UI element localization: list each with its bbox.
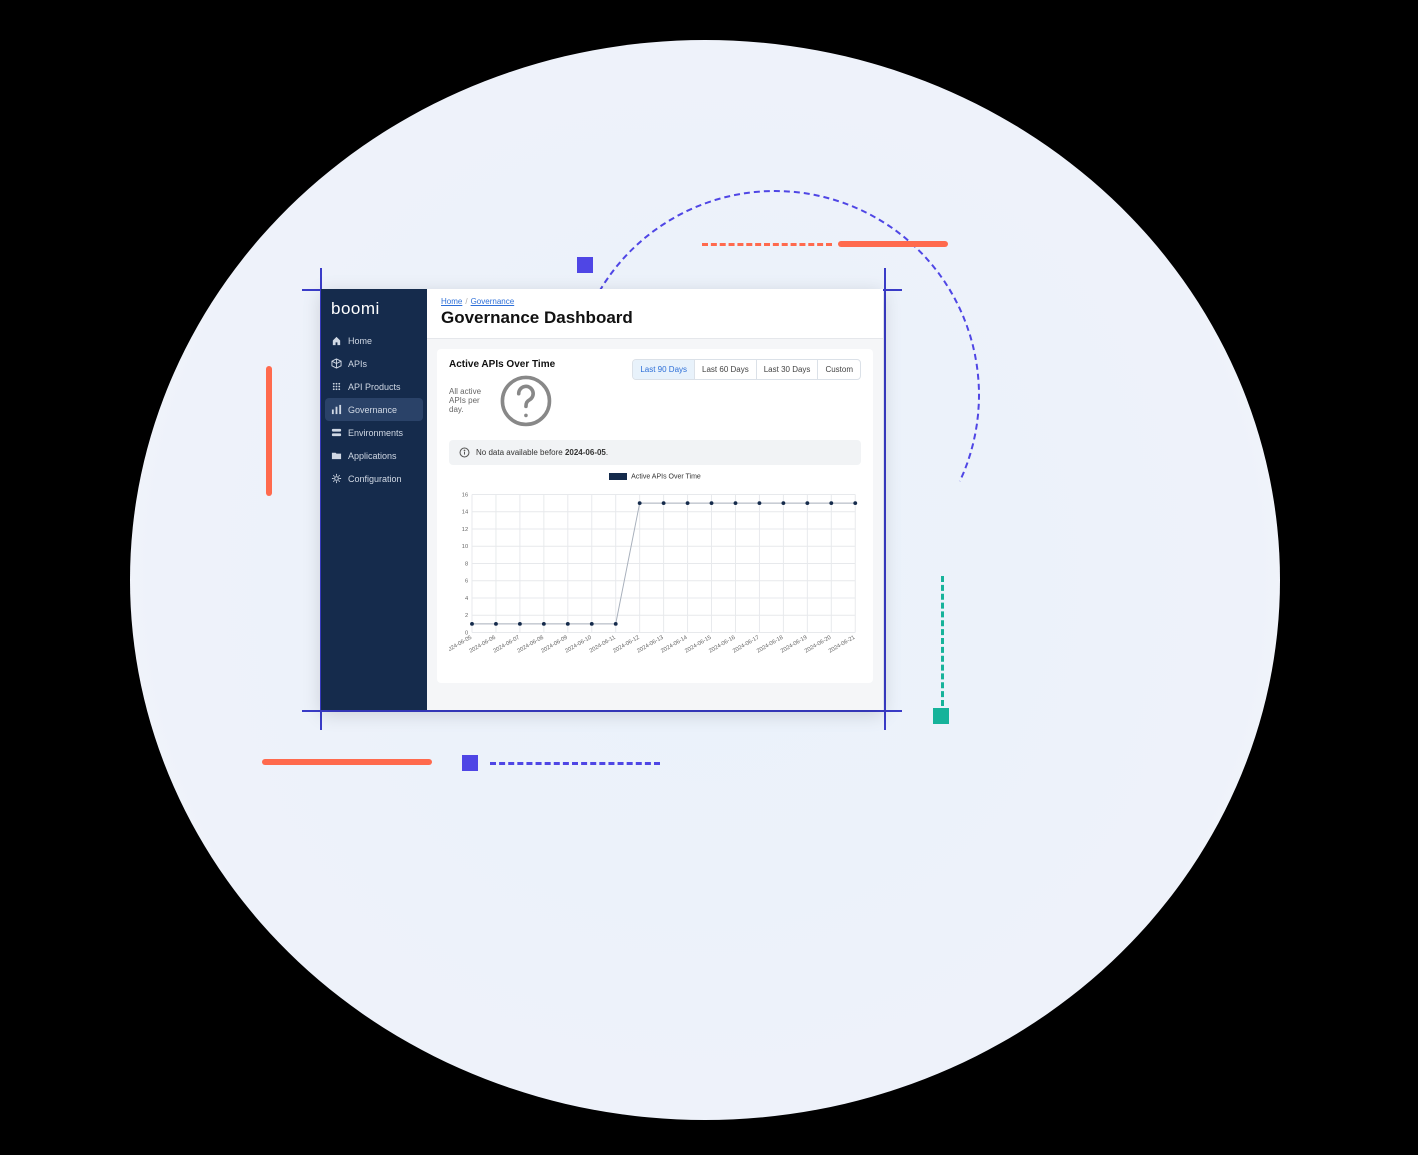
sidebar-item-label: Governance (348, 405, 397, 415)
svg-text:2: 2 (465, 613, 468, 619)
svg-text:8: 8 (465, 562, 468, 568)
sidebar-item-applications[interactable]: Applications (321, 444, 427, 467)
frame-line (302, 710, 902, 712)
sidebar-item-label: API Products (348, 382, 401, 392)
dots-icon (331, 381, 342, 392)
info-icon (459, 447, 470, 458)
card-subtitle: All active APIs per day. (449, 372, 555, 430)
gear-icon (331, 473, 342, 484)
decorative-bar (262, 759, 432, 765)
svg-text:2024-06-21: 2024-06-21 (828, 635, 856, 655)
sidebar: boomi Home APIs API Products Governance Envi… (321, 289, 427, 710)
breadcrumb: Home/ Governance (441, 297, 869, 306)
chart: 02468101214162024-06-052024-06-062024-06… (449, 480, 861, 670)
svg-text:2024-06-10: 2024-06-10 (564, 635, 592, 655)
svg-text:10: 10 (462, 544, 468, 550)
brand-logo: boomi (321, 299, 427, 329)
sidebar-item-apis[interactable]: APIs (321, 352, 427, 375)
folder-icon (331, 450, 342, 461)
svg-text:12: 12 (462, 527, 468, 533)
card-header: Active APIs Over Time All active APIs pe… (449, 359, 861, 430)
page-title: Governance Dashboard (441, 308, 869, 328)
sidebar-item-label: APIs (348, 359, 367, 369)
range-tabs: Last 90 DaysLast 60 DaysLast 30 DaysCust… (632, 359, 861, 380)
decorative-bar-vertical (266, 366, 272, 496)
info-notice: No data available before 2024-06-05. (449, 440, 861, 465)
sidebar-item-label: Environments (348, 428, 403, 438)
sidebar-item-label: Home (348, 336, 372, 346)
decorative-square (577, 257, 593, 273)
range-tab-last-90-days[interactable]: Last 90 Days (633, 360, 695, 379)
bars-icon (331, 404, 342, 415)
svg-text:14: 14 (462, 510, 469, 516)
sidebar-item-home[interactable]: Home (321, 329, 427, 352)
decorative-dashes (490, 762, 660, 765)
sidebar-item-environments[interactable]: Environments (321, 421, 427, 444)
cube-icon (331, 358, 342, 369)
chart-card: Active APIs Over Time All active APIs pe… (437, 349, 873, 683)
chart-container: Active APIs Over Time 02468101214162024-… (449, 473, 861, 673)
sidebar-item-api-products[interactable]: API Products (321, 375, 427, 398)
decorative-dashes (702, 243, 832, 246)
sidebar-item-governance[interactable]: Governance (325, 398, 423, 421)
help-icon[interactable] (497, 372, 555, 430)
decorative-dashes-vertical (941, 576, 944, 706)
decorative-bar (838, 241, 948, 247)
notice-text: No data available before 2024-06-05. (476, 448, 608, 457)
range-tab-custom[interactable]: Custom (818, 360, 860, 379)
sidebar-item-label: Configuration (348, 474, 402, 484)
sidebar-item-configuration[interactable]: Configuration (321, 467, 427, 490)
sidebar-nav: Home APIs API Products Governance Environmen… (321, 329, 427, 490)
legend-label: Active APIs Over Time (631, 473, 701, 480)
sidebar-item-label: Applications (348, 451, 397, 461)
range-tab-last-30-days[interactable]: Last 30 Days (757, 360, 819, 379)
legend-swatch (609, 473, 627, 480)
decorative-square-teal (933, 708, 949, 724)
card-title: Active APIs Over Time (449, 359, 555, 370)
decorative-square (462, 755, 478, 771)
svg-text:4: 4 (465, 596, 469, 602)
frame-line (884, 268, 886, 730)
range-tab-last-60-days[interactable]: Last 60 Days (695, 360, 757, 379)
home-icon (331, 335, 342, 346)
page-header: Home/ Governance Governance Dashboard (427, 289, 883, 339)
app-window: boomi Home APIs API Products Governance Envi… (321, 289, 883, 710)
svg-text:16: 16 (462, 493, 468, 499)
svg-text:6: 6 (465, 579, 468, 585)
breadcrumb-current[interactable]: Governance (471, 297, 515, 306)
server-icon (331, 427, 342, 438)
breadcrumb-sep: / (465, 297, 467, 306)
breadcrumb-home[interactable]: Home (441, 297, 462, 306)
card-subtitle-text: All active APIs per day. (449, 387, 493, 414)
main-panel: Home/ Governance Governance Dashboard Act… (427, 289, 883, 710)
chart-legend: Active APIs Over Time (449, 473, 861, 480)
